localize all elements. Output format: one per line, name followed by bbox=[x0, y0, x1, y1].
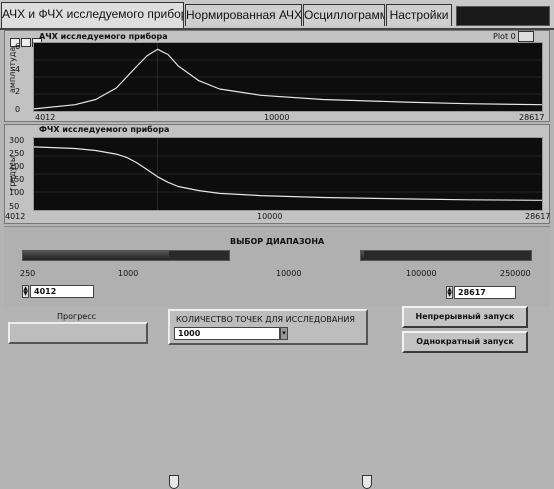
tab-settings[interactable]: Настройки bbox=[386, 4, 452, 26]
y-tick: 0 bbox=[15, 105, 21, 114]
phase-plot-svg bbox=[34, 138, 542, 210]
tab-bar-blank bbox=[456, 6, 550, 26]
y-tick: 2 bbox=[15, 87, 21, 96]
x-tick: 4012 bbox=[5, 212, 26, 221]
max-frequency-input[interactable]: 28617 bbox=[454, 286, 516, 299]
min-frequency-input[interactable]: 4012 bbox=[30, 285, 94, 298]
max-slider-thumb[interactable] bbox=[362, 475, 373, 489]
min-value-spinner[interactable]: ▲ ▼ bbox=[22, 285, 29, 298]
y-tick: 6 bbox=[15, 42, 21, 51]
y-tick: 200 bbox=[9, 162, 25, 171]
tab-normalized-afc[interactable]: Нормированная АЧХ bbox=[185, 4, 302, 26]
legend-label: Plot 0 bbox=[493, 32, 516, 41]
plot-legend[interactable]: Plot 0 bbox=[493, 31, 535, 42]
min-frequency-slider[interactable] bbox=[22, 250, 230, 261]
scale-label: 250000 bbox=[500, 269, 531, 278]
phase-graph-title: ФЧХ исследуемого прибора bbox=[39, 125, 170, 134]
tab-bar: АЧХ и ФЧХ исследуемого прибора Нормирова… bbox=[0, 0, 554, 30]
max-slider-fill bbox=[361, 251, 365, 260]
phase-plot-area[interactable] bbox=[33, 137, 543, 211]
points-label: КОЛИЧЕСТВО ТОЧЕК ДЛЯ ИССЛЕДОВАНИЯ bbox=[176, 315, 355, 324]
range-title: ВЫБОР ДИАПАЗОНА bbox=[230, 237, 325, 246]
legend-swatch-icon bbox=[518, 31, 535, 42]
y-tick: 50 bbox=[9, 202, 20, 211]
continuous-start-button[interactable]: Непрерывный запуск bbox=[402, 306, 528, 328]
progress-label: Прогресс bbox=[57, 312, 96, 321]
min-slider-fill bbox=[23, 251, 170, 260]
x-tick: 10000 bbox=[257, 212, 283, 221]
amplitude-plot-svg bbox=[34, 43, 542, 111]
scale-label: 250 bbox=[20, 269, 36, 278]
range-selection-panel: ВЫБОР ДИАПАЗОНА 250 1000 10000 100000 25… bbox=[4, 226, 550, 489]
scale-label: 100000 bbox=[406, 269, 437, 278]
points-input[interactable]: 1000 bbox=[174, 327, 280, 340]
x-tick: 28617 bbox=[525, 212, 551, 221]
amplitude-series-line bbox=[34, 48, 542, 110]
y-tick: 100 bbox=[9, 188, 25, 197]
max-value-spinner[interactable]: ▲ ▼ bbox=[446, 286, 453, 299]
zoom-tool-icon[interactable] bbox=[21, 38, 31, 47]
y-tick: 300 bbox=[9, 136, 25, 145]
x-tick: 10000 bbox=[264, 113, 290, 122]
scale-label: 10000 bbox=[276, 269, 302, 278]
chevron-down-icon[interactable]: ▾ bbox=[280, 327, 288, 340]
max-frequency-slider[interactable] bbox=[360, 250, 532, 261]
tab-afc-pfc[interactable]: АЧХ и ФЧХ исследуемого прибора bbox=[1, 2, 184, 28]
y-tick: 150 bbox=[9, 175, 25, 184]
min-slider-thumb[interactable] bbox=[168, 475, 179, 489]
amplitude-plot-area[interactable] bbox=[33, 42, 543, 112]
amplitude-graph-title: АЧХ исследуемого прибора bbox=[39, 32, 168, 41]
tab-oscillograms[interactable]: Осциллограммы bbox=[303, 4, 385, 26]
y-tick: 4 bbox=[15, 65, 21, 74]
amplitude-graph-panel: АЧХ исследуемого прибора Plot 0 амплитуд… bbox=[4, 30, 550, 122]
x-tick: 28617 bbox=[519, 113, 545, 122]
phase-graph-panel: ФЧХ исследуемого прибора градусы 300 250… bbox=[4, 124, 550, 224]
scale-label: 1000 bbox=[118, 269, 139, 278]
x-tick: 4012 bbox=[35, 113, 56, 122]
y-tick: 250 bbox=[9, 149, 25, 158]
progress-bar bbox=[8, 322, 148, 344]
single-start-button[interactable]: Однократный запуск bbox=[402, 331, 528, 353]
